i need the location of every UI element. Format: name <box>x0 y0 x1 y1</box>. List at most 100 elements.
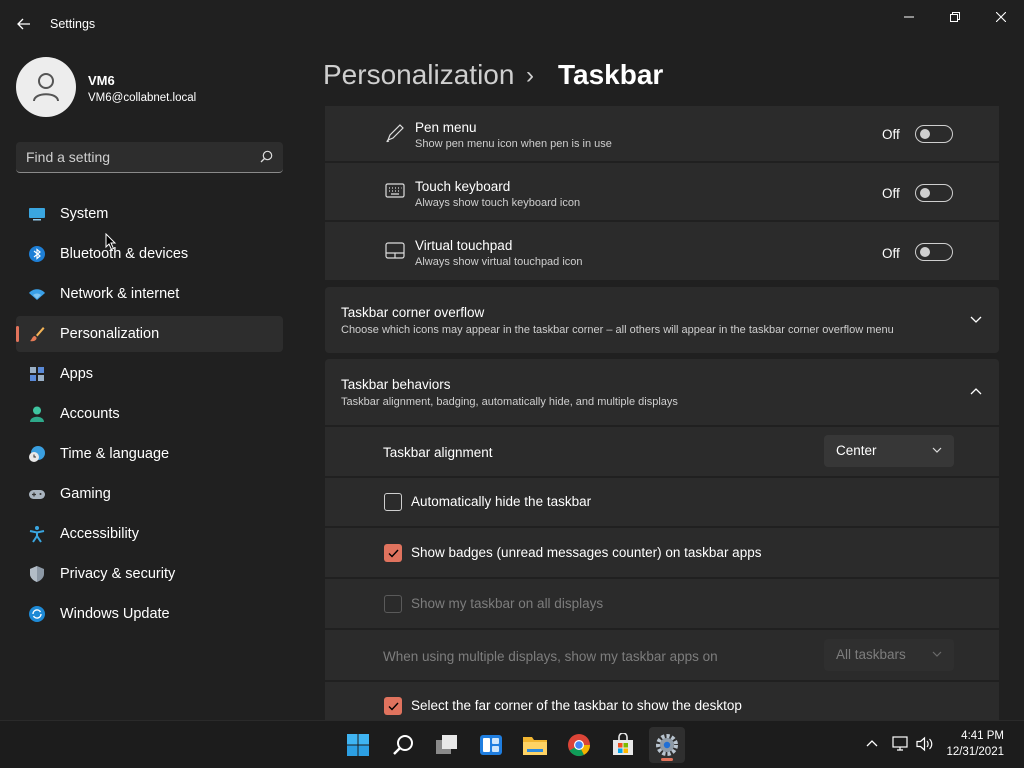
sidebar-item-windows-update[interactable]: Windows Update <box>16 596 283 632</box>
section-description: Taskbar alignment, badging, automaticall… <box>341 396 678 408</box>
taskbar-alignment-row: Taskbar alignment Center <box>325 427 999 476</box>
checkbox-label: Show my taskbar on all displays <box>411 596 604 611</box>
search-input[interactable] <box>26 148 246 166</box>
checkbox-label: Automatically hide the taskbar <box>411 494 592 509</box>
brush-icon <box>30 327 45 342</box>
row-title: Taskbar alignment <box>383 445 493 460</box>
volume-icon[interactable] <box>916 736 934 752</box>
system-icon <box>29 208 45 221</box>
wifi-icon <box>29 289 45 300</box>
section-title: Taskbar behaviors <box>341 377 451 392</box>
search-box <box>16 142 283 173</box>
sidebar-item-bluetooth[interactable]: Bluetooth & devices <box>16 236 283 272</box>
chevron-down-icon <box>932 447 942 453</box>
all-displays-row: Show my taskbar on all displays <box>325 579 999 628</box>
taskbar: 4:41 PM 12/31/2021 <box>0 720 1024 768</box>
virtual-touchpad-toggle[interactable] <box>915 243 953 261</box>
clock-time[interactable]: 4:41 PM <box>961 730 1004 742</box>
widgets-button[interactable] <box>473 727 509 763</box>
sidebar-item-personalization[interactable]: Personalization <box>16 316 283 352</box>
row-description: Show pen menu icon when pen is in use <box>415 138 612 150</box>
active-app-indicator <box>661 758 673 761</box>
multi-display-dropdown[interactable]: All taskbars <box>824 639 954 671</box>
sidebar-item-label: Network & internet <box>60 286 180 302</box>
widgets-icon <box>480 735 502 755</box>
bluetooth-icon <box>29 246 45 262</box>
touch-keyboard-row: Touch keyboard Always show touch keyboar… <box>325 163 999 220</box>
section-description: Choose which icons may appear in the tas… <box>341 324 894 336</box>
settings-button[interactable] <box>649 727 685 763</box>
virtual-touchpad-row: Virtual touchpad Always show virtual tou… <box>325 222 999 280</box>
toggle-knob <box>920 188 930 198</box>
sidebar-item-privacy[interactable]: Privacy & security <box>16 556 283 592</box>
shield-icon <box>30 566 44 582</box>
page-title: Taskbar <box>558 59 664 90</box>
back-button[interactable] <box>10 10 38 38</box>
file-explorer-button[interactable] <box>517 727 553 763</box>
avatar[interactable] <box>16 57 76 117</box>
app-title: Settings <box>50 17 96 31</box>
breadcrumb-separator: › <box>526 62 534 89</box>
sidebar-item-apps[interactable]: Apps <box>16 356 283 392</box>
auto-hide-row: Automatically hide the taskbar <box>325 478 999 526</box>
sidebar-item-time-language[interactable]: Time & language <box>16 436 283 472</box>
apps-icon <box>30 367 44 381</box>
chevron-down-icon[interactable] <box>970 316 982 324</box>
person-icon <box>30 406 44 422</box>
toggle-knob <box>920 129 930 139</box>
far-corner-checkbox[interactable] <box>384 697 402 715</box>
start-button[interactable] <box>340 727 376 763</box>
chrome-icon <box>568 734 591 757</box>
close-icon <box>996 12 1006 22</box>
sidebar-item-accounts[interactable]: Accounts <box>16 396 283 432</box>
sidebar-item-label: Gaming <box>60 486 111 502</box>
taskbar-alignment-dropdown[interactable]: Center <box>824 435 954 467</box>
sidebar-item-system[interactable]: System <box>16 196 283 232</box>
pen-menu-toggle[interactable] <box>915 125 953 143</box>
minimize-button[interactable] <box>886 6 932 28</box>
sidebar-item-label: System <box>60 206 109 222</box>
dropdown-value: All taskbars <box>836 647 906 662</box>
taskbar-search-button[interactable] <box>385 727 421 763</box>
checkmark-icon <box>388 549 399 558</box>
sidebar-item-accessibility[interactable]: Accessibility <box>16 516 283 552</box>
chrome-button[interactable] <box>561 727 597 763</box>
sidebar-item-label: Personalization <box>60 326 160 342</box>
sidebar-item-network[interactable]: Network & internet <box>16 276 283 312</box>
badges-checkbox[interactable] <box>384 544 402 562</box>
badges-row: Show badges (unread messages counter) on… <box>325 528 999 577</box>
chevron-up-icon[interactable] <box>970 387 982 395</box>
sidebar-item-gaming[interactable]: Gaming <box>16 476 283 512</box>
selection-indicator <box>16 326 19 342</box>
row-description: Always show touch keyboard icon <box>415 197 581 209</box>
user-email: VM6@collabnet.local <box>88 92 197 104</box>
touch-keyboard-toggle[interactable] <box>915 184 953 202</box>
update-icon <box>29 606 45 622</box>
touchpad-icon <box>385 242 405 259</box>
network-icon[interactable] <box>892 736 910 752</box>
task-view-button[interactable] <box>429 727 465 763</box>
checkbox-label: Select the far corner of the taskbar to … <box>411 698 742 713</box>
chevron-down-icon <box>932 651 942 657</box>
auto-hide-checkbox[interactable] <box>384 493 402 511</box>
dropdown-value: Center <box>836 443 877 458</box>
maximize-button[interactable] <box>932 6 978 28</box>
search-icon[interactable] <box>260 150 273 163</box>
chevron-up-icon[interactable] <box>866 739 878 747</box>
taskbar-corner-overflow-header[interactable]: Taskbar corner overflow Choose which ico… <box>325 287 999 353</box>
all-displays-checkbox[interactable] <box>384 595 402 613</box>
restore-icon <box>950 12 960 22</box>
close-button[interactable] <box>978 6 1024 28</box>
task-view-icon <box>436 735 457 754</box>
sidebar-item-label: Privacy & security <box>60 566 176 582</box>
user-name: VM6 <box>88 73 115 88</box>
clock-date[interactable]: 12/31/2021 <box>946 746 1004 758</box>
breadcrumb-parent[interactable]: Personalization <box>323 59 514 91</box>
taskbar-behaviors-header[interactable]: Taskbar behaviors Taskbar alignment, bad… <box>325 359 999 425</box>
sidebar-item-label: Bluetooth & devices <box>60 246 189 262</box>
mouse-cursor-icon <box>105 233 117 251</box>
row-title: When using multiple displays, show my ta… <box>383 649 718 664</box>
pen-menu-row: Pen menu Show pen menu icon when pen is … <box>325 106 999 161</box>
pen-icon <box>386 124 404 143</box>
store-button[interactable] <box>605 727 641 763</box>
